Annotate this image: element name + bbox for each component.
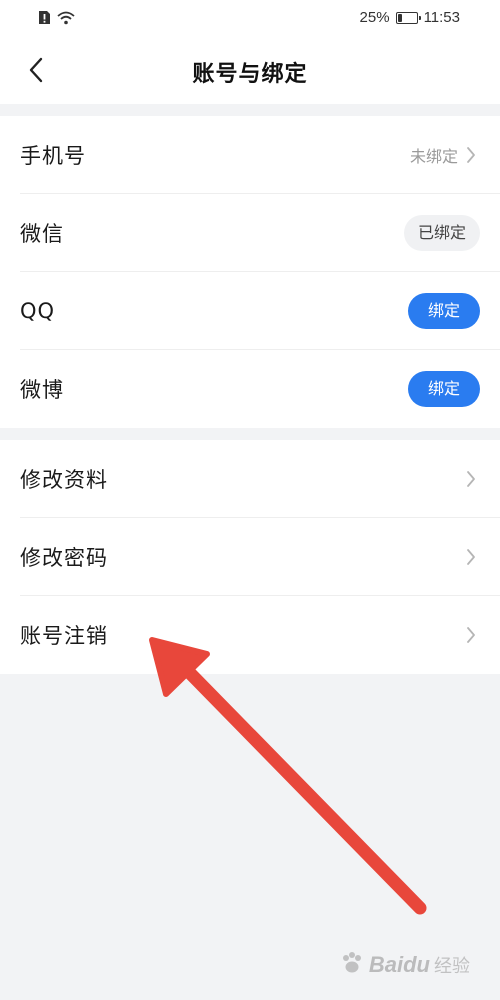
status-bar: 25% 11:53 <box>0 0 500 38</box>
wifi-icon <box>57 10 75 29</box>
row-label-qq: QQ <box>20 298 56 323</box>
row-label-edit-profile: 修改资料 <box>20 467 108 492</box>
row-label-weibo: 微博 <box>20 378 64 402</box>
row-change-password[interactable]: 修改密码 <box>20 518 500 596</box>
nav-bar: 账号与绑定 <box>0 38 500 104</box>
watermark-brand: Baidu <box>368 952 430 977</box>
bindings-section: 手机号 未绑定 微信 已绑定 QQ 绑定 微博 绑定 <box>0 116 500 428</box>
watermark-sub: 经验 <box>434 956 470 977</box>
row-label-wechat: 微信 <box>20 221 64 246</box>
sim-alert-icon <box>38 10 51 29</box>
row-label-phone: 手机号 <box>20 143 86 168</box>
status-left <box>38 10 75 29</box>
row-label-change-password: 修改密码 <box>20 545 108 570</box>
status-right: 25% 11:53 <box>360 9 460 26</box>
wechat-bound-badge: 已绑定 <box>403 214 480 251</box>
account-section: 修改资料 修改密码 账号注销 <box>0 440 500 674</box>
chevron-right-icon <box>462 548 480 566</box>
row-label-deactivate: 账号注销 <box>20 624 108 648</box>
battery-fill <box>397 13 402 22</box>
row-wechat[interactable]: 微信 已绑定 <box>20 194 500 272</box>
phone-status: 未绑定 <box>409 146 458 166</box>
row-phone[interactable]: 手机号 未绑定 <box>20 116 500 194</box>
clock: 11:53 <box>423 9 460 26</box>
paw-logo-icon <box>339 950 365 980</box>
weibo-bind-button[interactable]: 绑定 <box>407 371 480 407</box>
row-right-phone: 未绑定 <box>410 143 480 167</box>
battery-icon <box>395 11 421 24</box>
row-edit-profile[interactable]: 修改资料 <box>20 440 500 518</box>
watermark: Baidu 经验 <box>339 950 470 980</box>
qq-bind-button[interactable]: 绑定 <box>407 292 480 329</box>
row-weibo: 微博 绑定 <box>20 350 500 428</box>
chevron-right-icon <box>462 146 480 164</box>
row-qq: QQ 绑定 <box>20 272 500 350</box>
battery-percent: 25% <box>359 9 390 26</box>
chevron-right-icon <box>462 626 480 644</box>
chevron-right-icon <box>462 470 480 488</box>
page-title: 账号与绑定 <box>192 62 308 87</box>
row-deactivate[interactable]: 账号注销 <box>20 596 500 674</box>
